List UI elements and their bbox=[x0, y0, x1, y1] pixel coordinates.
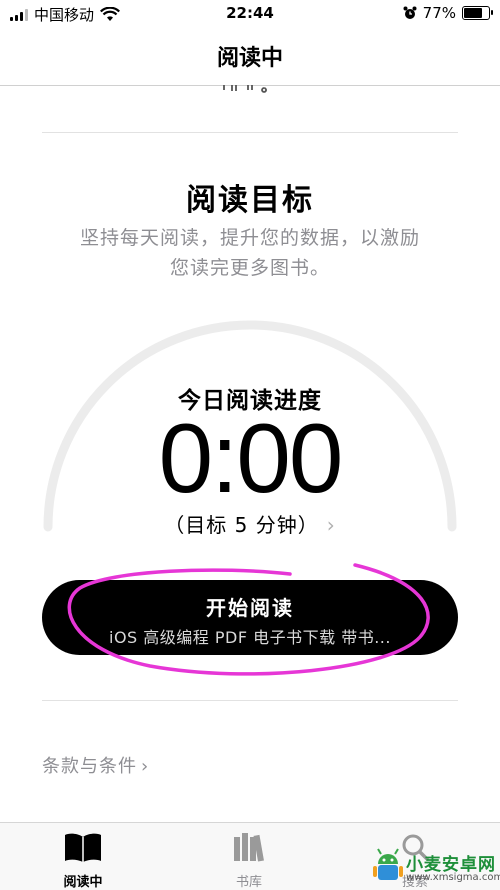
tab-label: 阅读中 bbox=[63, 875, 103, 890]
start-reading-button[interactable]: 开始阅读 iOS 高级编程 PDF 电子书下载 带书... bbox=[42, 580, 458, 655]
chevron-right-icon: › bbox=[141, 756, 150, 777]
tab-label: 书库 bbox=[235, 875, 262, 890]
watermark: 小麦安卓网 www.xmsigma.com bbox=[372, 848, 500, 888]
open-book-icon bbox=[65, 833, 101, 862]
reading-time: 0:00 bbox=[158, 403, 344, 513]
android-logo-icon bbox=[373, 848, 403, 880]
goal-minutes-label: （目标 5 分钟） bbox=[164, 513, 319, 537]
chevron-right-icon: › bbox=[326, 513, 336, 537]
watermark-url: www.xmsigma.com bbox=[406, 872, 500, 883]
tab-reading-now[interactable]: 阅读中 bbox=[38, 831, 128, 890]
library-books-icon bbox=[234, 833, 264, 862]
tab-library[interactable]: 书库 bbox=[204, 831, 294, 890]
start-reading-label: 开始阅读 bbox=[206, 596, 294, 620]
terms-link[interactable]: 条款与条件 › bbox=[42, 752, 149, 778]
section-divider bbox=[42, 700, 458, 701]
current-book-title: iOS 高级编程 PDF 电子书下载 带书... bbox=[109, 628, 391, 647]
terms-label: 条款与条件 bbox=[42, 756, 137, 777]
goal-setting-link[interactable]: （目标 5 分钟） › bbox=[0, 509, 500, 538]
